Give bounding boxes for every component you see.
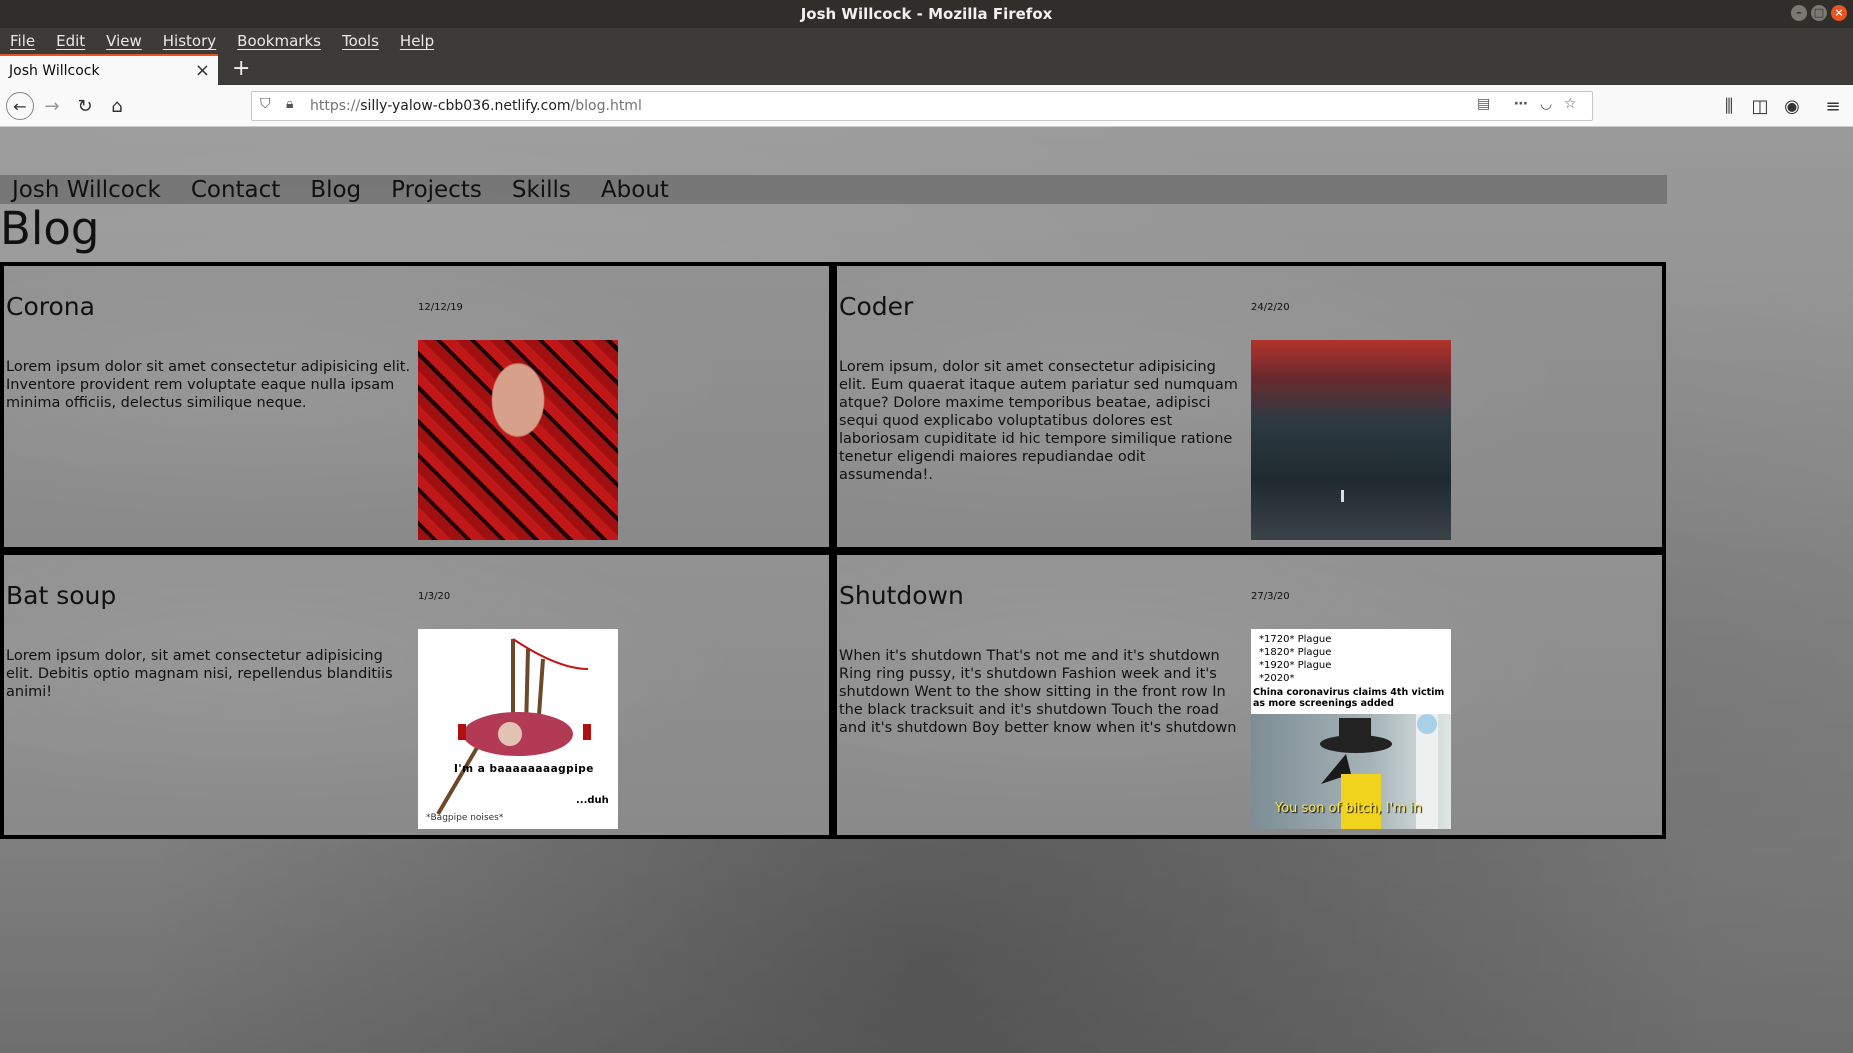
page-actions-icon[interactable]: ⋯ [1514,96,1528,112]
url-scheme: https:// [310,98,361,114]
post-title: Coder [839,292,914,321]
post-body: When it's shutdown That's not me and it'… [839,647,1237,736]
tab-strip: Josh Willcock × + [0,54,1853,85]
meme-line: *1720* Plague [1259,633,1332,645]
minimize-icon[interactable]: – [1791,5,1807,21]
menu-bookmarks[interactable]: Bookmarks [237,32,321,50]
new-tab-button[interactable]: + [232,56,250,81]
home-icon[interactable]: ⌂ [105,94,129,118]
nav-projects-link[interactable]: Projects [391,177,482,203]
reload-icon[interactable]: ↻ [73,94,97,118]
menu-tools[interactable]: Tools [342,32,379,50]
post-image-portrait [418,340,618,540]
post-body: Lorem ipsum, dolor sit amet consectetur … [839,359,1238,483]
url-path: /blog.html [570,98,642,114]
sidebar-icon[interactable]: ◫ [1748,94,1772,118]
post-date: 27/3/20 [1251,590,1290,602]
nav-contact-link[interactable]: Contact [191,177,280,203]
blog-grid: Corona 12/12/19 Lorem ipsum dolor sit am… [0,262,1666,839]
navigation-toolbar: ← → ↻ ⌂ ⛉ 🔒︎ https://silly-yalow-cbb036.… [0,85,1853,127]
menu-help[interactable]: Help [400,32,434,50]
post-date: 12/12/19 [418,302,463,313]
meme-years: *1720* Plague *1820* Plague *1920* Plagu… [1259,633,1331,685]
menu-edit[interactable]: Edit [56,32,85,50]
meme-line: *1920* Plague [1259,659,1332,671]
blog-post-card: Bat soup 1/3/20 Lorem ipsum dolor, sit a… [4,554,829,835]
menu-file[interactable]: File [10,32,35,50]
lock-icon[interactable]: 🔒︎ [286,96,293,112]
url-host: silly-yalow-cbb036.netlify.com [360,98,571,114]
tab-label: Josh Willcock [9,62,100,79]
meme-caption: I'm a baaaaaaaagpipe [454,762,594,775]
meme-line: *2020* [1259,672,1295,684]
maximize-icon[interactable]: □ [1811,5,1827,21]
close-icon[interactable]: × [1831,5,1847,21]
blog-post-card: Corona 12/12/19 Lorem ipsum dolor sit am… [4,266,829,547]
meme-headline: China coronavirus claims 4th victim as m… [1253,686,1445,709]
post-image-city-street [1251,340,1451,540]
post-title: Corona [6,292,95,321]
meme-duh: ...duh [576,794,609,806]
meme-noise: *Bagpipe noises* [426,812,504,823]
menu-view[interactable]: View [106,32,142,50]
bookmark-star-icon[interactable]: ☆ [1564,96,1577,112]
window-titlebar: Josh Willcock - Mozilla Firefox – □ × [0,0,1853,28]
pocket-icon[interactable]: ◡ [1540,96,1552,112]
menu-bar: File Edit View History Bookmarks Tools H… [0,28,1853,54]
nav-skills-link[interactable]: Skills [512,177,571,203]
post-title: Shutdown [839,580,964,610]
post-image-bagpipe-meme: I'm a baaaaaaaagpipe ...duh *Bagpipe noi… [418,628,618,829]
post-date: 24/2/20 [1251,302,1290,313]
url-bar[interactable]: ⛉ 🔒︎ https://silly-yalow-cbb036.netlify.… [251,91,1593,121]
window-controls: – □ × [1791,5,1847,21]
window-title: Josh Willcock - Mozilla Firefox [800,5,1053,23]
forward-arrow-icon[interactable]: → [40,94,64,118]
tab-josh-willcock[interactable]: Josh Willcock × [0,54,218,85]
hamburger-menu-icon[interactable]: ≡ [1821,94,1845,118]
post-body: Lorem ipsum dolor sit amet consectetur a… [6,359,411,411]
tab-close-icon[interactable]: × [195,60,210,81]
blog-post-card: Shutdown 27/3/20 When it's shutdown That… [837,554,1662,835]
meme-subtitle: You son of bitch, I'm in [1275,800,1422,816]
nav-about-link[interactable]: About [601,177,669,203]
shield-icon[interactable]: ⛉ [260,96,271,112]
menu-history[interactable]: History [163,32,216,50]
blog-post-card: Coder 24/2/20 Lorem ipsum, dolor sit ame… [837,266,1662,547]
site-nav: Josh Willcock Contact Blog Projects Skil… [0,175,1667,204]
post-image-plague-meme: *1720* Plague *1820* Plague *1920* Plagu… [1251,628,1451,829]
nav-blog-link[interactable]: Blog [310,177,361,203]
nav-home-link[interactable]: Josh Willcock [12,177,161,203]
post-title: Bat soup [6,580,117,610]
page-title: Blog [0,202,100,255]
post-date: 1/3/20 [418,590,451,602]
reader-view-icon[interactable]: ▤ [1477,96,1490,112]
library-icon[interactable]: ⫼ [1717,94,1741,118]
back-arrow-icon[interactable]: ← [6,92,34,120]
post-body: Lorem ipsum dolor, sit amet consectetur … [6,647,393,700]
page-viewport: Josh Willcock Contact Blog Projects Skil… [0,127,1853,1053]
account-icon[interactable]: ◉ [1780,94,1804,118]
meme-line: *1820* Plague [1259,646,1332,658]
